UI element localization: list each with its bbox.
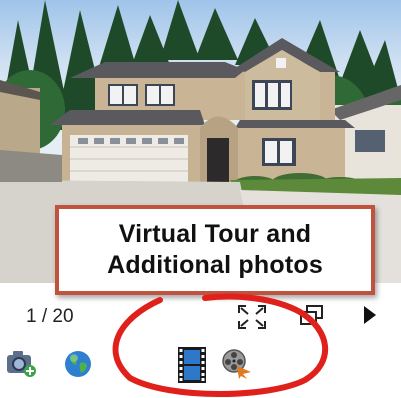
listing-tools-row — [0, 345, 401, 398]
photo-controls-bar: 1 / 20 — [0, 290, 401, 342]
callout-line-2: Additional photos — [107, 251, 323, 279]
virtual-tour-callout: Virtual Tour and Additional photos — [55, 205, 375, 295]
window-icon[interactable] — [299, 304, 325, 326]
next-icon[interactable] — [362, 304, 378, 326]
photo-counter: 1 / 20 — [26, 306, 74, 327]
film-icon[interactable] — [178, 347, 206, 383]
fullscreen-icon[interactable] — [237, 304, 267, 330]
camera-icon[interactable] — [5, 349, 37, 377]
globe-icon[interactable] — [63, 349, 93, 379]
reel-icon[interactable] — [221, 348, 253, 380]
callout-line-1: Virtual Tour and — [118, 220, 312, 248]
